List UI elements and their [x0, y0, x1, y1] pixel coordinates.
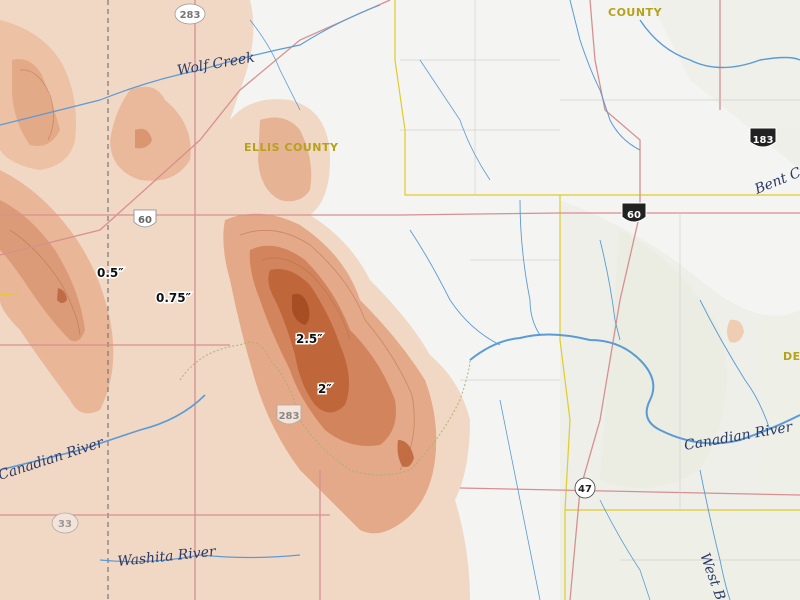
county-label: COUNTY [608, 6, 663, 19]
rainfall-amount-label: 2″ [318, 382, 332, 396]
rainfall-amount-label: 2.5″ [296, 332, 323, 346]
county-label: ELLIS COUNTY [244, 141, 339, 154]
svg-text:283: 283 [279, 411, 300, 422]
state-highway-shield: 283 [174, 3, 206, 25]
us-highway-shield: 60 [621, 202, 647, 223]
us-highway-shield: 283 [276, 404, 302, 425]
state-highway-shield: 33 [51, 512, 79, 534]
rainfall-map[interactable]: Wolf Creek Canadian River Canadian River… [0, 0, 800, 600]
county-label: DE [783, 350, 800, 363]
svg-text:283: 283 [180, 10, 201, 21]
map-canvas[interactable]: Wolf Creek Canadian River Canadian River… [0, 0, 800, 600]
svg-text:60: 60 [138, 215, 152, 226]
us-highway-shield: 60 [133, 209, 157, 228]
svg-text:183: 183 [753, 135, 774, 146]
svg-text:60: 60 [627, 210, 641, 221]
rainfall-amount-label: 0.5″ [97, 266, 124, 280]
svg-text:47: 47 [578, 484, 592, 495]
us-highway-shield: 183 [749, 127, 777, 148]
state-highway-shield: 47 [574, 477, 596, 499]
svg-text:33: 33 [58, 519, 72, 530]
rainfall-amount-label: 0.75″ [156, 291, 192, 305]
